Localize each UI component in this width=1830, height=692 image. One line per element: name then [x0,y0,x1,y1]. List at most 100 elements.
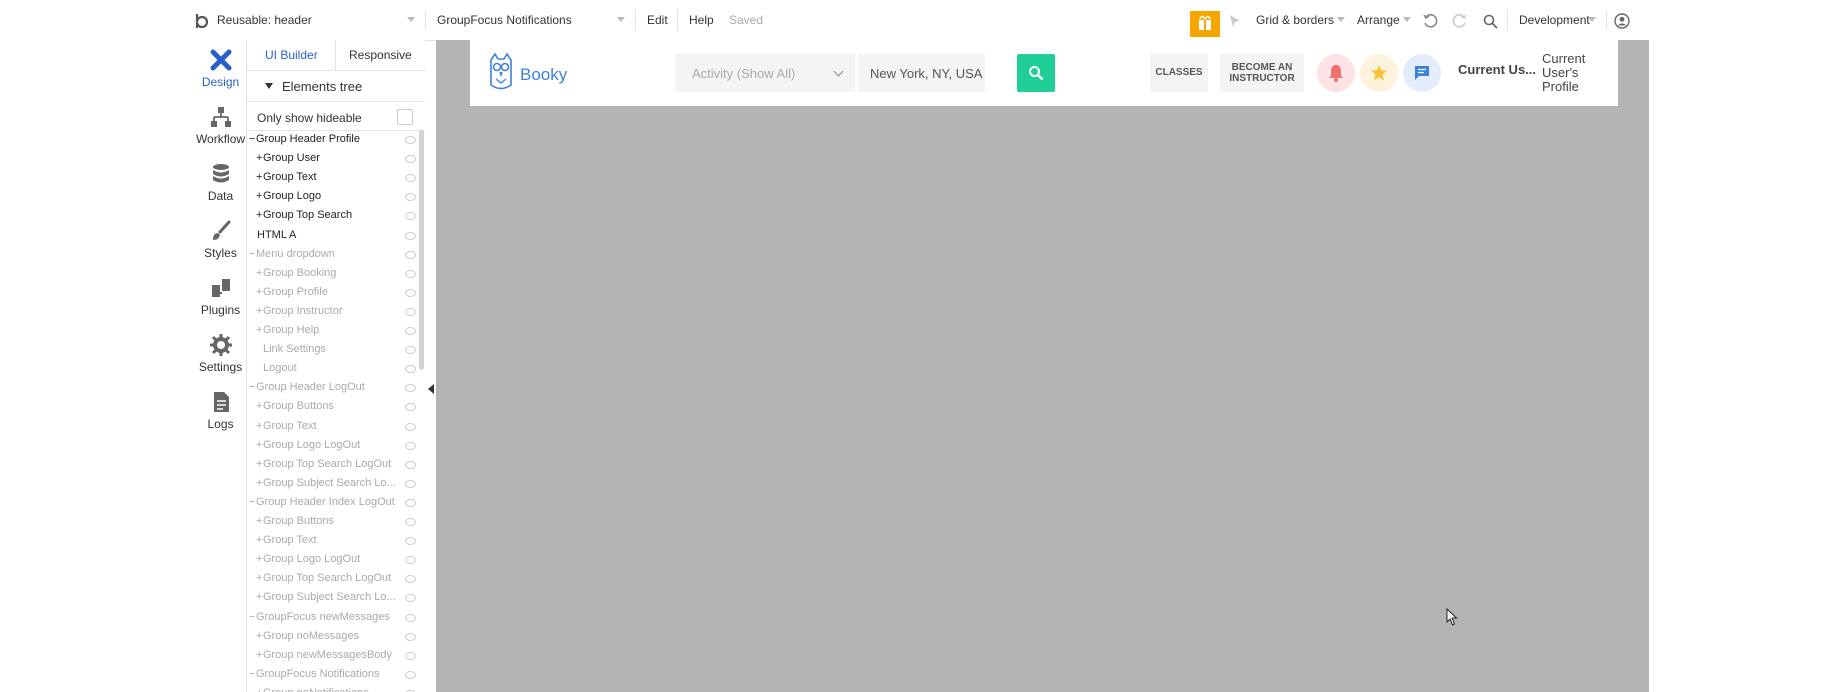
tree-row[interactable]: + Group Buttons [247,397,417,416]
eye-icon[interactable] [405,479,416,488]
notifications-button[interactable] [1317,54,1355,92]
tree-row[interactable]: Link Settings [247,340,417,359]
expand-icon[interactable]: + [256,436,262,455]
eye-icon[interactable] [405,365,416,374]
expand-icon[interactable]: + [256,646,262,665]
tree-row[interactable]: HTML A [247,226,417,245]
expand-icon[interactable]: + [256,531,262,550]
collapse-icon[interactable]: − [249,378,255,397]
owl-logo-icon[interactable] [488,52,514,92]
eye-icon[interactable] [405,518,416,526]
grid-borders-menu[interactable]: Grid & borders [1256,13,1334,27]
expand-icon[interactable]: + [256,588,262,607]
reusable-header[interactable]: Booky Activity (Show All) New York, NY, … [470,40,1618,106]
search-icon[interactable] [1483,14,1498,29]
expand-icon[interactable]: + [256,149,262,168]
collapse-icon[interactable]: − [249,493,255,512]
nav-logs[interactable]: Logs [195,382,246,438]
tree-row[interactable]: + Group Logo LogOut [247,436,417,455]
eye-icon[interactable] [405,422,416,431]
collapse-icon[interactable]: − [249,130,255,149]
grid-borders-caret-icon[interactable] [1337,17,1345,22]
eye-icon[interactable] [405,288,416,297]
tree-row[interactable]: + Group Subject Search Lo... [247,474,417,493]
expand-icon[interactable]: + [256,397,262,416]
nav-settings[interactable]: Settings [195,325,246,381]
expand-icon[interactable]: + [256,302,262,321]
nav-workflow[interactable]: Workflow [195,97,246,153]
collapse-panel-arrow-icon[interactable] [428,384,434,394]
nav-data[interactable]: Data [195,154,246,210]
expand-icon[interactable]: + [256,474,262,493]
tree-row[interactable]: + Group Text [247,168,417,187]
tree-row[interactable]: + Group Logo LogOut [247,550,417,569]
eye-icon[interactable] [405,155,416,164]
current-user-profile-image[interactable]: Current User's Profile [1542,52,1590,96]
page-selector-caret-icon[interactable] [407,17,415,22]
tree-row[interactable]: + Group Top Search LogOut [247,455,417,474]
account-icon[interactable] [1614,13,1630,29]
tree-row[interactable]: + Group Instructor [247,302,417,321]
arrange-menu[interactable]: Arrange [1357,13,1400,27]
messages-button[interactable] [1403,54,1441,92]
eye-icon[interactable] [405,193,416,202]
environment-caret-icon[interactable] [1588,17,1596,22]
tree-row[interactable]: + Group Booking [247,264,417,283]
expand-icon[interactable]: + [256,264,262,283]
become-instructor-button[interactable]: BECOME AN INSTRUCTOR [1220,54,1304,92]
tree-row[interactable]: − Group Header Profile [247,130,417,149]
tree-row[interactable]: + Group Logo [247,187,417,206]
tree-row[interactable]: + Group User [247,149,417,168]
design-canvas[interactable] [436,40,1649,692]
tree-row[interactable]: − GroupFocus Notifications [247,665,417,684]
activity-dropdown[interactable]: Activity (Show All) [675,54,855,92]
environment-selector[interactable]: Development [1519,13,1590,27]
tree-row[interactable]: + Group Text [247,417,417,436]
collapse-icon[interactable]: − [249,245,255,264]
nav-styles[interactable]: Styles [195,211,246,267]
cursor-pointer-icon[interactable] [1229,14,1241,28]
expand-icon[interactable]: + [256,569,262,588]
expand-icon[interactable]: + [256,455,262,474]
eye-icon[interactable] [405,537,416,546]
bubble-logo-icon[interactable] [195,13,209,29]
search-button[interactable] [1017,54,1055,92]
tree-row[interactable]: − Group Header LogOut [247,378,417,397]
arrange-caret-icon[interactable] [1403,17,1411,22]
eye-icon[interactable] [405,670,416,679]
tree-row[interactable]: +Group noNotifications [247,684,417,692]
tree-row[interactable]: + Group newMessagesBody [247,646,417,665]
redo-icon[interactable] [1452,13,1468,29]
page-selector[interactable]: Reusable: header [217,13,312,27]
eye-icon[interactable] [405,269,416,278]
expand-icon[interactable]: + [256,321,262,340]
element-selector-caret-icon[interactable] [617,17,625,22]
eye-icon[interactable] [405,613,416,622]
eye-icon[interactable] [405,460,416,469]
eye-icon[interactable] [405,556,416,565]
tab-ui-builder[interactable]: UI Builder [265,48,318,62]
classes-button[interactable]: CLASSES [1150,54,1208,92]
expand-icon[interactable]: + [256,684,262,692]
elements-tree-header[interactable]: Elements tree [247,71,425,102]
tree-scrollbar[interactable] [419,130,424,370]
tree-row[interactable]: + Group Subject Search Lo... [247,588,417,607]
brand-name[interactable]: Booky [520,65,567,85]
expand-icon[interactable]: + [256,283,262,302]
tree-row[interactable]: − GroupFocus newMessages [247,608,417,627]
help-menu[interactable]: Help [689,13,714,27]
element-selector[interactable]: GroupFocus Notifications [437,13,572,27]
expand-icon[interactable]: + [256,550,262,569]
current-user-name[interactable]: Current Us... [1458,62,1536,77]
eye-icon[interactable] [405,632,416,641]
eye-icon[interactable] [405,250,416,259]
gift-icon[interactable] [1190,11,1220,37]
collapse-triangle-icon[interactable] [265,83,273,89]
expand-icon[interactable]: + [256,417,262,436]
tree-row[interactable]: + Group noMessages [247,627,417,646]
eye-icon[interactable] [405,384,416,393]
expand-icon[interactable]: + [256,627,262,646]
tree-row[interactable]: − Menu dropdown [247,245,417,264]
eye-icon[interactable] [405,594,416,603]
nav-design[interactable]: Design [195,40,246,96]
